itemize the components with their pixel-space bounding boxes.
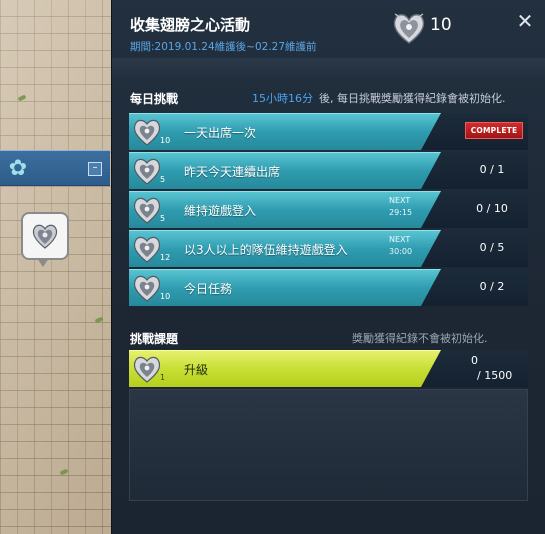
reset-note: 後, 每日挑戰獎勵獲得紀錄會被初始化. [319,92,506,105]
challenge-label: 今日任務 [184,282,233,296]
task-progress-current: 0 [471,354,478,367]
next-time: 30:00 [389,247,413,256]
wing-heart-icon [133,158,161,185]
header-divider [112,58,545,80]
complete-badge: COMPLETE [465,122,523,139]
reward-level: 1 [160,373,166,382]
heart-count: 10 [430,15,452,35]
wing-heart-icon [133,275,161,302]
challenge-progress: 0 / 5 [479,241,505,254]
world-light-overlay [0,0,115,534]
tasks-note: 獎勵獲得紀錄不會被初始化. [352,332,488,345]
reward-level: 12 [160,253,171,262]
reset-timer: 15小時16分 [252,92,313,105]
wing-heart-icon [393,13,425,44]
daily-challenge-row[interactable]: 10 今日任務 0 / 2 [129,269,528,306]
wing-heart-icon [32,224,58,249]
minimize-button[interactable]: – [88,162,102,176]
event-panel: 收集翅膀之心活動 期間:2019.01.24維護後~02.27維護前 10 ✕ … [111,0,545,534]
wing-heart-icon [133,356,161,383]
next-label: NEXT [389,235,411,244]
panel-title: 收集翅膀之心活動 [130,16,251,34]
daily-challenge-row[interactable]: 5 昨天今天連續出席 0 / 1 [129,152,528,189]
event-period: 期間:2019.01.24維護後~02.27維護前 [130,41,317,53]
next-time: 29:15 [389,208,413,217]
next-label: NEXT [389,196,411,205]
challenge-progress: 0 / 10 [476,202,508,215]
wing-heart-icon [133,197,161,224]
challenge-progress: 0 / 1 [479,163,505,176]
reward-level: 5 [160,175,166,184]
side-widget[interactable]: ✿ – [0,150,110,186]
challenge-label: 昨天今天連續出席 [184,165,281,179]
wing-heart-icon [133,236,161,263]
challenge-progress: 0 / 2 [479,280,505,293]
close-icon[interactable]: ✕ [514,10,536,32]
challenge-label: 以3人以上的隊伍維持遊戲登入 [184,243,348,257]
reward-level: 10 [160,136,171,145]
task-label: 升級 [184,363,209,377]
next-timer: NEXT 30:00 [389,234,412,258]
daily-challenge-row[interactable]: 10 一天出席一次 COMPLETE [129,113,528,150]
task-progress-goal: / 1500 [477,369,513,382]
clover-icon: ✿ [8,156,28,181]
challenge-task-row[interactable]: 1 升級 0 / 1500 [129,350,528,387]
reward-level: 10 [160,292,171,301]
daily-challenge-row[interactable]: 5 維持遊戲登入 NEXT 29:15 0 / 10 [129,191,528,228]
daily-challenge-title: 每日挑戰 [130,92,179,106]
challenge-label: 一天出席一次 [184,126,257,140]
challenge-label: 維持遊戲登入 [184,204,257,218]
next-timer: NEXT 29:15 [389,195,412,219]
wing-heart-icon [133,119,161,146]
task-progress: 0 / 1500 [451,354,527,382]
task-list-area [129,389,528,501]
daily-challenge-row[interactable]: 12 以3人以上的隊伍維持遊戲登入 NEXT 30:00 0 / 5 [129,230,528,267]
challenge-tasks-title: 挑戰課題 [130,332,179,346]
reward-level: 5 [160,214,166,223]
heart-chat-icon[interactable] [21,212,69,267]
